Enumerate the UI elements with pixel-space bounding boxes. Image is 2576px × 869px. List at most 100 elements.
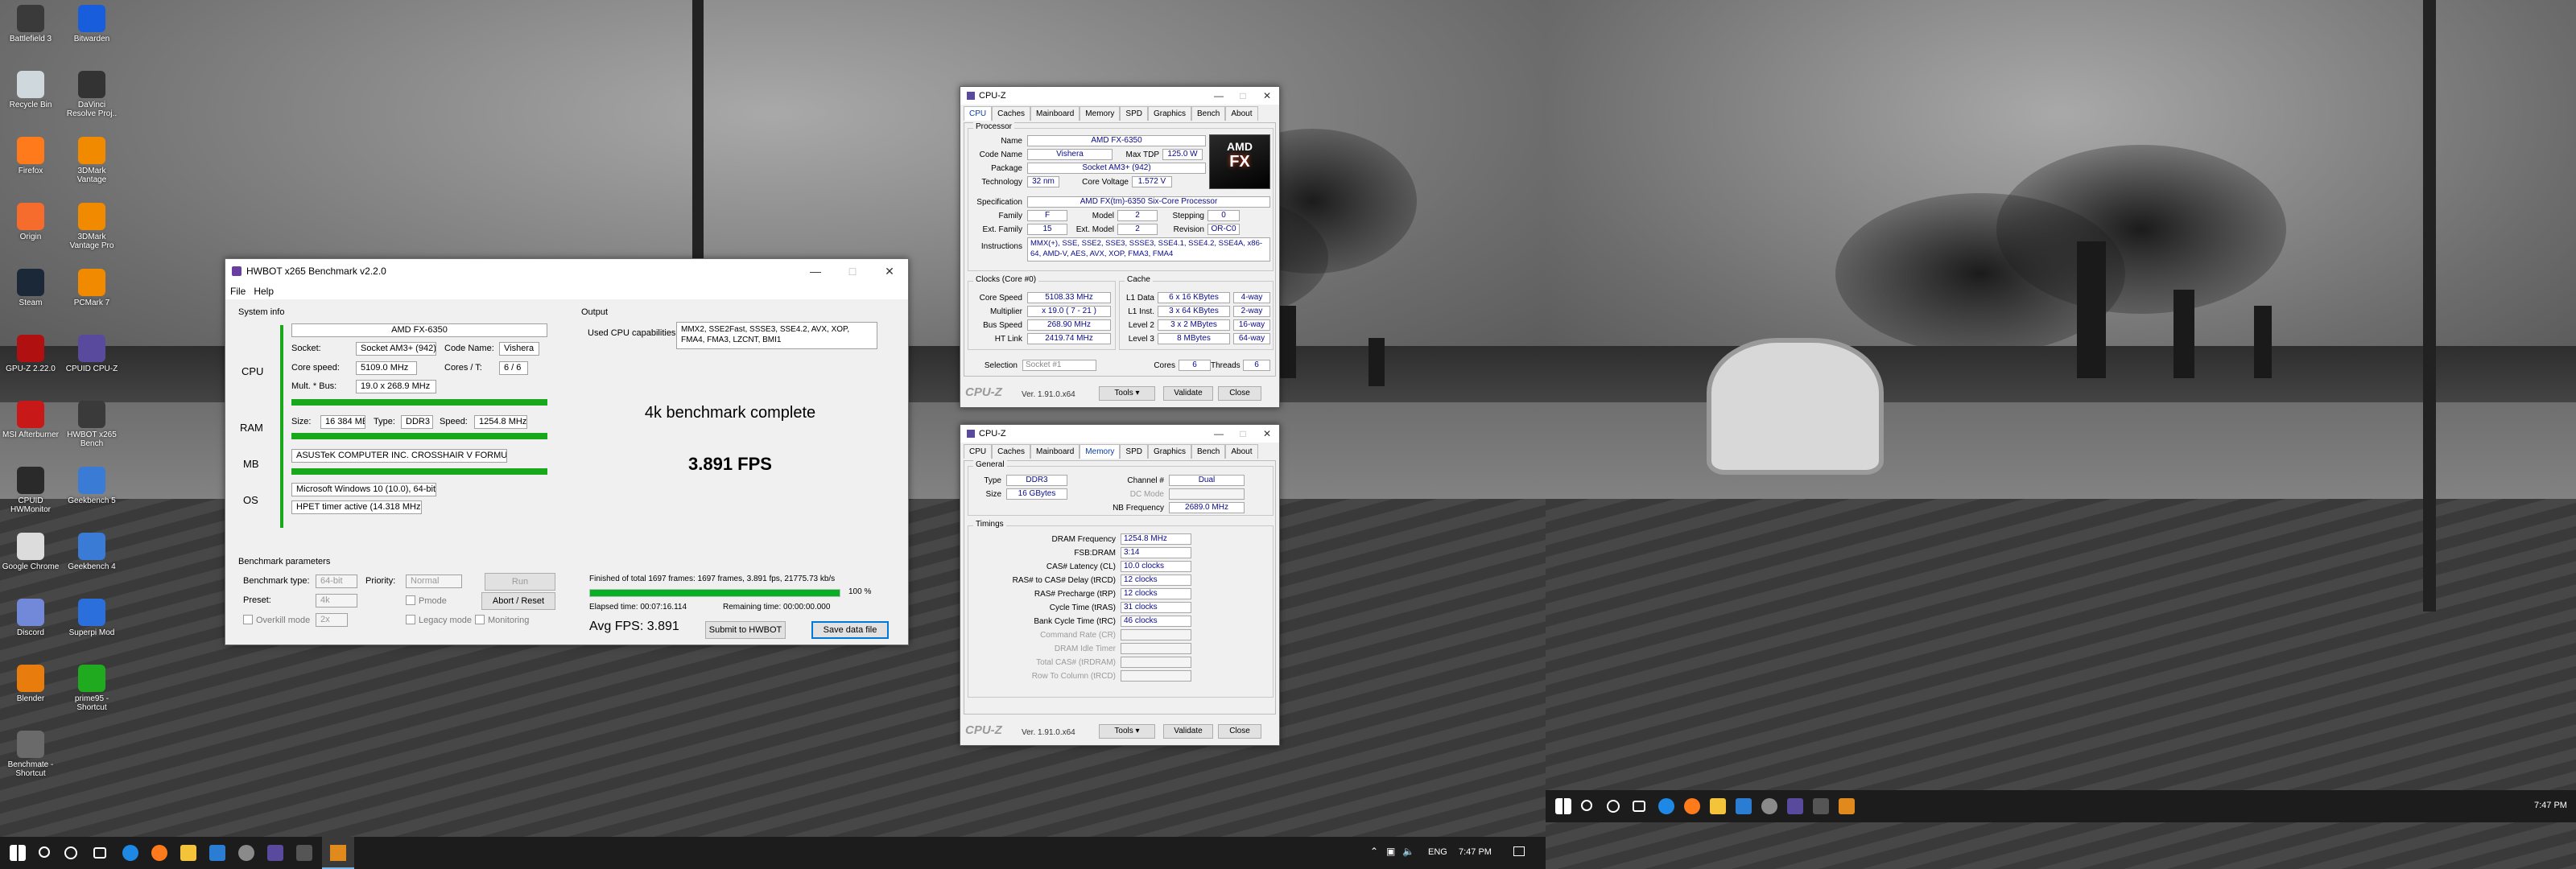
file-explorer-icon[interactable] [180, 845, 196, 861]
desktop-icon[interactable]: Blender [2, 665, 60, 703]
search-icon[interactable] [1581, 800, 1592, 811]
store-icon[interactable] [1736, 798, 1752, 814]
x265-titlebar[interactable]: HWBOT x265 Benchmark v2.2.0 — □ ✕ [225, 259, 908, 283]
desktop-icon[interactable]: CPUID HWMonitor [2, 467, 60, 514]
tab-cpu[interactable]: CPU [964, 444, 993, 459]
minimize-icon[interactable]: — [797, 265, 834, 278]
language-indicator[interactable]: ENG [1428, 847, 1447, 857]
search-icon[interactable] [39, 846, 50, 858]
bench-type-select[interactable]: 64-bit [316, 575, 357, 588]
priority-select[interactable]: Normal [406, 575, 462, 588]
tray-up-icon[interactable]: ⌃ [1370, 846, 1378, 857]
tab-graphics[interactable]: Graphics [1147, 106, 1191, 121]
maximize-icon[interactable]: □ [1231, 428, 1255, 439]
desktop-icon[interactable]: Benchmate - Shortcut [2, 731, 60, 778]
x265-task-icon[interactable] [1839, 798, 1855, 814]
clock[interactable]: 7:47 PM [1459, 847, 1492, 857]
volume-icon[interactable]: 🔈 [1402, 846, 1414, 857]
desktop-icon[interactable]: 3DMark Vantage Pro [63, 203, 121, 250]
overkill-checkbox[interactable]: Overkill mode [243, 615, 310, 625]
hwbot-task-icon[interactable] [296, 845, 312, 861]
edge-icon[interactable] [122, 845, 138, 861]
pmode-checkbox[interactable]: Pmode [406, 595, 447, 606]
menu-help[interactable]: Help [254, 286, 274, 297]
tab-caches[interactable]: Caches [992, 444, 1031, 459]
edge-icon[interactable] [1658, 798, 1674, 814]
desktop-icon[interactable]: GPU-Z 2.22.0 [2, 335, 60, 373]
desktop-icon[interactable]: DaVinci Resolve Proj.. [63, 71, 121, 118]
overkill-select[interactable]: 2x [316, 613, 348, 627]
desktop-icon[interactable]: PCMark 7 [63, 269, 121, 307]
firefox-icon[interactable] [1684, 798, 1700, 814]
cpuz-task-icon[interactable] [1787, 798, 1803, 814]
close-button[interactable]: Close [1218, 724, 1261, 739]
desktop-icon[interactable]: Geekbench 4 [63, 533, 121, 571]
tab-bench[interactable]: Bench [1191, 106, 1226, 121]
desktop-icon[interactable]: Recycle Bin [2, 71, 60, 109]
tab-memory[interactable]: Memory [1080, 444, 1121, 459]
close-icon[interactable]: ✕ [1255, 90, 1279, 101]
validate-button[interactable]: Validate [1163, 386, 1213, 401]
network-icon[interactable]: ▣ [1386, 846, 1395, 857]
firefox-icon[interactable] [151, 845, 167, 861]
maximize-icon[interactable]: □ [1231, 90, 1255, 101]
cpuz-titlebar[interactable]: CPU-Z — □ ✕ [960, 87, 1279, 105]
store-icon[interactable] [209, 845, 225, 861]
tab-caches[interactable]: Caches [992, 106, 1031, 121]
cpuz-titlebar[interactable]: CPU-Z — □ ✕ [960, 425, 1279, 443]
monitoring-checkbox[interactable]: Monitoring [475, 615, 529, 625]
desktop-icon[interactable]: 3DMark Vantage [63, 137, 121, 184]
desktop-icon[interactable]: Steam [2, 269, 60, 307]
tab-graphics[interactable]: Graphics [1147, 444, 1191, 459]
start-windows-icon[interactable] [1555, 798, 1571, 814]
close-icon[interactable]: ✕ [871, 265, 908, 278]
settings-icon[interactable] [238, 845, 254, 861]
tab-spd[interactable]: SPD [1120, 106, 1148, 121]
tab-mainboard[interactable]: Mainboard [1030, 444, 1080, 459]
close-button[interactable]: Close [1218, 386, 1261, 401]
clock[interactable]: 7:47 PM [2534, 801, 2567, 810]
tab-memory[interactable]: Memory [1080, 106, 1121, 121]
active-task[interactable] [322, 837, 354, 869]
desktop-icon[interactable]: HWBOT x265 Bench [63, 401, 121, 448]
desktop-icon[interactable]: Google Chrome [2, 533, 60, 571]
desktop-icon[interactable]: Firefox [2, 137, 60, 175]
desktop-icon[interactable]: CPUID CPU-Z [63, 335, 121, 373]
minimize-icon[interactable]: — [1207, 90, 1231, 101]
preset-select[interactable]: 4k [316, 594, 357, 607]
submit-button[interactable]: Submit to HWBOT [705, 621, 786, 639]
save-data-button[interactable]: Save data file [811, 621, 889, 639]
maximize-icon[interactable]: □ [834, 265, 871, 278]
tab-mainboard[interactable]: Mainboard [1030, 106, 1080, 121]
hwbot-task-icon[interactable] [1813, 798, 1829, 814]
notifications-icon[interactable] [1513, 846, 1525, 856]
tab-cpu[interactable]: CPU [964, 106, 993, 121]
close-icon[interactable]: ✕ [1255, 428, 1279, 439]
tab-spd[interactable]: SPD [1120, 444, 1148, 459]
cortana-icon[interactable] [64, 846, 77, 859]
tools-button[interactable]: Tools ▾ [1099, 386, 1155, 401]
desktop-icon[interactable]: Battlefield 3 [2, 5, 60, 43]
cpuz-task-icon[interactable] [267, 845, 283, 861]
tab-about[interactable]: About [1225, 444, 1258, 459]
legacy-checkbox[interactable]: Legacy mode [406, 615, 472, 625]
desktop-icon[interactable]: Bitwarden [63, 5, 121, 43]
desktop-icon[interactable]: Geekbench 5 [63, 467, 121, 505]
start-windows-icon[interactable] [10, 845, 26, 861]
abort-reset-button[interactable]: Abort / Reset [481, 592, 555, 610]
task-view-icon[interactable] [1633, 801, 1645, 812]
desktop-icon[interactable]: prime95 - Shortcut [63, 665, 121, 712]
desktop-icon[interactable]: Origin [2, 203, 60, 241]
file-explorer-icon[interactable] [1710, 798, 1726, 814]
desktop-icon[interactable]: Superpi Mod [63, 599, 121, 637]
desktop-icon[interactable]: Discord [2, 599, 60, 637]
validate-button[interactable]: Validate [1163, 724, 1213, 739]
tab-about[interactable]: About [1225, 106, 1258, 121]
cortana-icon[interactable] [1607, 800, 1620, 813]
minimize-icon[interactable]: — [1207, 428, 1231, 439]
run-button[interactable]: Run [485, 573, 555, 591]
task-view-icon[interactable] [93, 847, 106, 859]
selection-select[interactable]: Socket #1 [1022, 360, 1096, 371]
settings-icon[interactable] [1761, 798, 1777, 814]
tools-button[interactable]: Tools ▾ [1099, 724, 1155, 739]
